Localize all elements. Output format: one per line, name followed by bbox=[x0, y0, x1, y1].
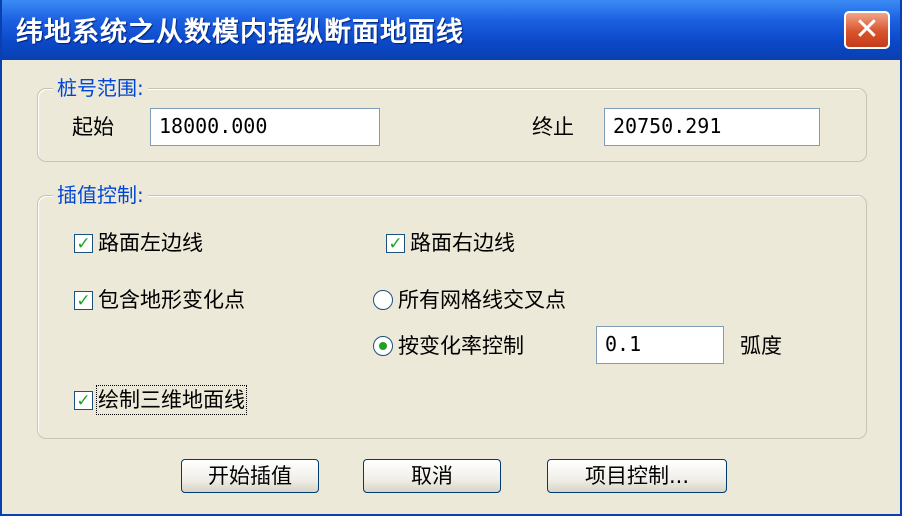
check-icon: ✓ bbox=[76, 234, 91, 254]
end-station-label: 终止 bbox=[532, 115, 574, 139]
check-icon: ✓ bbox=[76, 291, 91, 311]
project-control-button[interactable]: 项目控制... bbox=[547, 459, 727, 493]
dialog-window: 纬地系统之从数模内插纵断面地面线 ✕ 桩号范围: 起始 18000.000 终止… bbox=[0, 0, 902, 516]
start-station-input[interactable]: 18000.000 bbox=[150, 108, 380, 146]
close-icon: ✕ bbox=[854, 12, 880, 47]
by-rate-label[interactable]: 按变化率控制 bbox=[398, 333, 524, 359]
title-bar[interactable]: 纬地系统之从数模内插纵断面地面线 ✕ bbox=[2, 0, 900, 60]
end-station-input[interactable]: 20750.291 bbox=[604, 108, 820, 146]
window-title: 纬地系统之从数模内插纵断面地面线 bbox=[16, 17, 464, 48]
check-icon: ✓ bbox=[76, 391, 91, 411]
by-rate-radio[interactable] bbox=[373, 336, 393, 356]
rate-value-input[interactable]: 0.1 bbox=[596, 326, 724, 364]
terrain-points-label[interactable]: 包含地形变化点 bbox=[98, 287, 245, 313]
terrain-points-checkbox[interactable]: ✓ bbox=[74, 291, 93, 310]
cancel-button[interactable]: 取消 bbox=[363, 459, 501, 493]
all-grid-radio[interactable] bbox=[373, 290, 393, 310]
check-icon: ✓ bbox=[388, 234, 403, 254]
all-grid-label[interactable]: 所有网格线交叉点 bbox=[398, 287, 566, 313]
start-interpolation-button[interactable]: 开始插值 bbox=[181, 459, 319, 493]
start-station-label: 起始 bbox=[72, 115, 114, 139]
station-range-label: 桩号范围: bbox=[53, 76, 148, 100]
rate-unit-label: 弧度 bbox=[740, 334, 782, 358]
radio-selected-dot bbox=[379, 342, 387, 350]
draw-3d-checkbox[interactable]: ✓ bbox=[74, 391, 93, 410]
right-edge-label[interactable]: 路面右边线 bbox=[410, 230, 515, 256]
right-edge-checkbox[interactable]: ✓ bbox=[386, 234, 405, 253]
draw-3d-label[interactable]: 绘制三维地面线 bbox=[96, 385, 247, 415]
left-edge-label[interactable]: 路面左边线 bbox=[98, 230, 203, 256]
left-edge-checkbox[interactable]: ✓ bbox=[74, 234, 93, 253]
close-button[interactable]: ✕ bbox=[844, 11, 890, 49]
interp-control-label: 插值控制: bbox=[53, 183, 148, 207]
